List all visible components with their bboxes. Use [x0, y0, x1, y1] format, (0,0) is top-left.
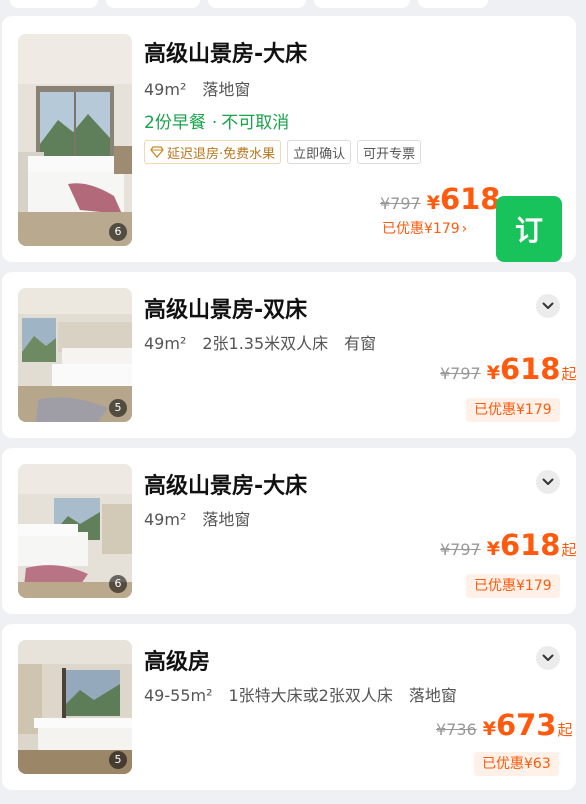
price-from-suffix: 起	[561, 541, 577, 559]
room-window: 落地窗	[202, 510, 251, 529]
room-card[interactable]: 5 高级山景房-双床 49m² 2张1.35米双人床 有窗 ¥797 ¥ 618 起…	[2, 272, 577, 438]
current-price: 618	[499, 352, 561, 386]
room-area: 49m²	[144, 334, 187, 353]
instant-confirm-tag: 立即确认	[287, 140, 352, 164]
filter-tab[interactable]	[418, 0, 488, 8]
room-name: 高级房	[144, 650, 211, 675]
room-card[interactable]: 5 高级房 49-55m² 1张特大床或2张双人床 落地窗 ¥736 ¥ 673 起…	[2, 624, 576, 790]
room-name: 高级山景房-双床	[144, 298, 308, 323]
discount-badge: 已优惠¥179	[466, 574, 560, 598]
chevron-down-icon	[542, 478, 554, 485]
currency-symbol: ¥	[426, 192, 440, 214]
discount-badge: 已优惠¥63	[474, 752, 559, 776]
perk-tag-label: 延迟退房·免费水果	[167, 146, 276, 162]
photo-count-badge: 6	[109, 223, 127, 241]
room-photo[interactable]: 5	[18, 640, 132, 774]
perk-tag: 延迟退房·免费水果	[144, 140, 282, 164]
room-area: 49-55m²	[144, 686, 213, 705]
diamond-icon	[150, 146, 164, 158]
room-area: 49m²	[144, 510, 187, 529]
room-window: 有窗	[344, 334, 377, 353]
room-photo-image	[18, 34, 132, 246]
breakfast-info: 2份早餐	[144, 113, 206, 133]
filter-tabs-clipped	[0, 0, 586, 12]
price-row: ¥797 ¥ 618 起	[440, 352, 577, 386]
currency-symbol: ¥	[486, 362, 500, 384]
discount-badge: 已优惠¥179	[466, 398, 560, 422]
room-bed: 1张特大床或2张双人床	[228, 686, 393, 705]
original-price: ¥797	[440, 364, 481, 383]
room-area: 49m²	[144, 80, 187, 99]
original-price: ¥797	[440, 540, 481, 559]
room-card[interactable]: 6 高级山景房-大床 49m² 落地窗 2份早餐 · 不可取消 延迟退房·免费水果 立…	[2, 16, 576, 262]
room-photo[interactable]: 5	[18, 288, 132, 422]
room-tags: 延迟退房·免费水果 立即确认 可开专票	[144, 140, 422, 164]
photo-count-badge: 6	[109, 575, 127, 593]
price-row: ¥797 ¥ 618	[380, 182, 501, 216]
current-price: 673	[495, 708, 557, 742]
filter-tab[interactable]	[106, 0, 200, 8]
current-price: 618	[499, 528, 561, 562]
room-name: 高级山景房-大床	[144, 474, 308, 499]
separator-dot: ·	[211, 113, 218, 133]
chevron-down-icon	[542, 654, 554, 661]
filter-tab[interactable]	[10, 0, 98, 8]
discount-link[interactable]: 已优惠¥179 ›	[378, 217, 472, 241]
room-window: 落地窗	[408, 686, 457, 705]
room-specs: 49m² 2张1.35米双人床 有窗	[144, 330, 392, 354]
photo-count-badge: 5	[109, 399, 127, 417]
room-photo[interactable]: 6	[18, 34, 132, 246]
room-specs: 49m² 落地窗	[144, 76, 266, 100]
original-price: ¥797	[380, 194, 421, 213]
book-button[interactable]: 订	[496, 196, 562, 262]
invoice-tag: 可开专票	[357, 140, 422, 164]
price-from-suffix: 起	[561, 365, 577, 383]
price-row: ¥736 ¥ 673 起	[436, 708, 573, 742]
expand-chevron[interactable]	[536, 470, 560, 494]
photo-count-badge: 5	[109, 751, 127, 769]
room-specs: 49-55m² 1张特大床或2张双人床 落地窗	[144, 682, 473, 706]
expand-chevron[interactable]	[536, 646, 560, 670]
cancel-policy: 不可取消	[221, 113, 290, 133]
filter-tab[interactable]	[208, 0, 306, 8]
meal-policy: 2份早餐 · 不可取消	[144, 108, 289, 133]
room-card[interactable]: 6 高级山景房-大床 49m² 落地窗 ¥797 ¥ 618 起 已优惠¥179	[2, 448, 577, 614]
filter-tab[interactable]	[314, 0, 410, 8]
current-price: 618	[439, 182, 501, 216]
room-name: 高级山景房-大床	[144, 42, 308, 67]
room-specs: 49m² 落地窗	[144, 506, 266, 530]
room-photo[interactable]: 6	[18, 464, 132, 598]
price-row: ¥797 ¥ 618 起	[440, 528, 577, 562]
chevron-down-icon	[542, 302, 554, 309]
currency-symbol: ¥	[482, 718, 496, 740]
expand-chevron[interactable]	[536, 294, 560, 318]
chevron-right-icon: ›	[461, 221, 468, 237]
price-from-suffix: 起	[557, 721, 573, 739]
original-price: ¥736	[436, 720, 477, 739]
room-bed: 2张1.35米双人床	[202, 334, 329, 353]
currency-symbol: ¥	[486, 538, 500, 560]
room-window: 落地窗	[202, 80, 251, 99]
discount-label: 已优惠¥179	[382, 221, 460, 237]
